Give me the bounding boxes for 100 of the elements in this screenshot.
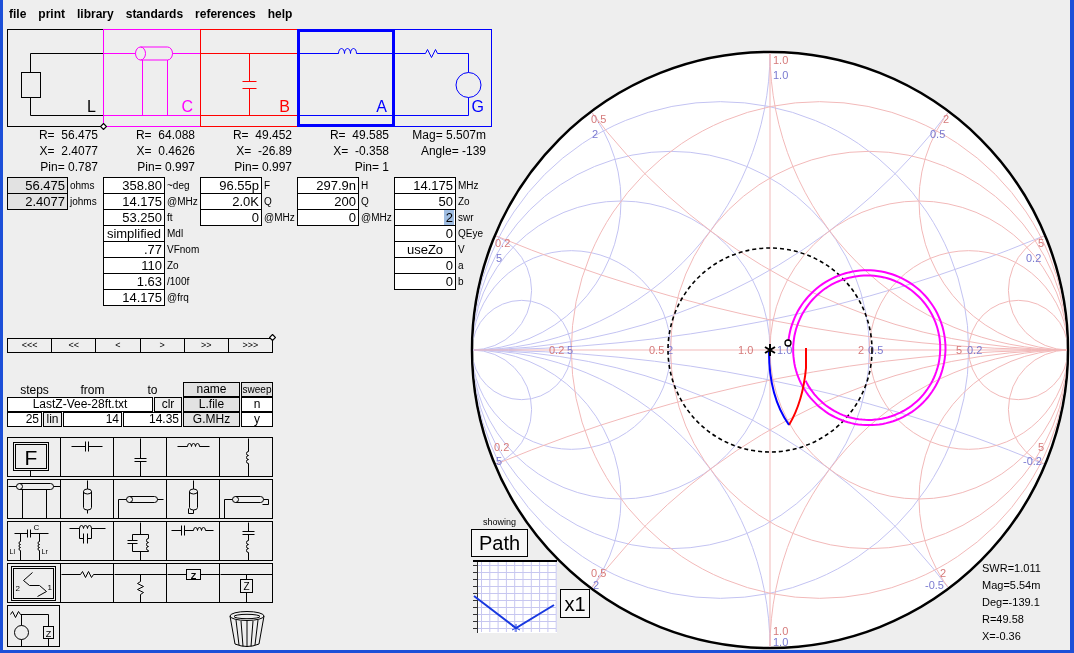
unit-label: johms — [70, 195, 97, 208]
file-name-field[interactable]: LastZ-Vee-28ft.txt — [7, 397, 153, 412]
clear-button[interactable]: clr — [154, 397, 182, 412]
readout-text: Pin= 1 — [354, 159, 389, 175]
unit-label: ft — [167, 211, 173, 224]
unit-label: QEye — [458, 227, 483, 240]
unit-label: b — [458, 275, 464, 288]
asterisk-marker-icon — [764, 343, 776, 357]
steps-field[interactable]: 25 — [7, 412, 42, 427]
step-button[interactable]: >>> — [227, 338, 274, 353]
ring-marker-icon — [784, 339, 792, 347]
readout-text: Angle= -139 — [420, 143, 486, 159]
grid-value-label: 1.0 — [777, 344, 793, 356]
grid-value-label: 2 — [592, 128, 599, 140]
result-readout: R=49.58 — [982, 612, 1024, 627]
column-header: steps — [20, 382, 49, 397]
readout-text: X= 2.4077 — [39, 143, 98, 159]
grid-value-label: 1.0 — [773, 54, 789, 66]
menu-item[interactable]: print — [38, 7, 65, 21]
menu-item[interactable]: references — [195, 7, 256, 21]
circuit-stage[interactable]: G — [394, 29, 492, 127]
grid-value-label: 5 — [567, 344, 574, 356]
grid-value-label: -0.2 — [1023, 455, 1042, 467]
asterisk-marker-icon — [511, 623, 521, 633]
unit-label: Zo — [458, 195, 470, 208]
unit-label: Mdl — [167, 227, 184, 240]
grid-value-label: 1.0 — [773, 69, 789, 81]
view-mode-button[interactable]: Path — [471, 529, 528, 557]
from-field[interactable]: 14 — [63, 412, 122, 427]
value-field[interactable]: 0 — [200, 209, 262, 226]
unit-label: MHz — [458, 179, 479, 192]
step-button[interactable]: >> — [183, 338, 229, 353]
component-button[interactable] — [61, 564, 114, 602]
grid-value-label: 0.5 — [930, 128, 946, 140]
step-button[interactable]: < — [95, 338, 141, 353]
readout-text: X= 0.4626 — [136, 143, 195, 159]
circuit-stage[interactable]: L — [7, 29, 104, 127]
grid-value-label: 5 — [1038, 441, 1045, 453]
value-field[interactable]: 14.175 — [103, 289, 165, 306]
grid-value-label: 0.2 — [494, 441, 510, 453]
step-button[interactable]: > — [139, 338, 185, 353]
readout-text: R= 49.452 — [232, 127, 292, 143]
grid-value-label: 0.2 — [1026, 252, 1042, 264]
readout-text: Mag= 5.507m — [412, 127, 486, 143]
component-button[interactable] — [8, 480, 61, 518]
sweep-toggle[interactable]: n — [241, 397, 273, 412]
zoom-button[interactable]: x1 — [560, 589, 590, 618]
readout-text: Pin= 0.787 — [40, 159, 98, 175]
component-button[interactable]: Z — [167, 564, 220, 602]
grid-value-label: 2 — [858, 344, 865, 356]
value-field[interactable]: 0 — [394, 273, 456, 290]
series-resistor-icon — [61, 570, 113, 579]
grid-value-label: 1.0 — [773, 625, 789, 637]
grid-value-label: 0.2 — [549, 344, 565, 356]
stage-label: A — [376, 99, 387, 115]
readout-text: R= 64.088 — [135, 127, 195, 143]
parameter-field[interactable]: G.MHz — [183, 412, 240, 427]
step-button[interactable]: <<< — [7, 338, 53, 353]
junction-marker-icon — [100, 123, 107, 130]
unit-label: @frq — [167, 291, 189, 304]
grid-value-label: 2 — [593, 579, 600, 591]
column-header: to — [147, 382, 158, 397]
readout-text: R= 49.585 — [329, 127, 389, 143]
unit-label: @MHz — [264, 211, 295, 224]
scale-button[interactable]: lin — [43, 412, 62, 427]
value-field[interactable]: 2.4077 — [7, 193, 68, 210]
component-button[interactable]: Z — [220, 564, 273, 602]
component-button[interactable] — [114, 564, 167, 602]
stage-label: L — [87, 99, 96, 115]
stage-label: G — [471, 99, 484, 115]
unit-label: swr — [458, 211, 474, 224]
unit-label: V — [458, 243, 465, 256]
grid-value-label: 0.5 — [591, 567, 607, 579]
menu-item[interactable]: standards — [125, 7, 184, 21]
grid-value-label: -0.5 — [925, 579, 944, 591]
circuit-stage[interactable]: A — [297, 29, 395, 127]
grid-value-label: 0.5 — [591, 113, 607, 125]
parameter-field[interactable]: L.file — [183, 397, 240, 412]
unit-label: @MHz — [361, 211, 392, 224]
step-button[interactable]: << — [51, 338, 97, 353]
trash-can-icon[interactable] — [229, 611, 265, 648]
sweep-toggle[interactable]: y — [241, 412, 273, 427]
junction-marker-icon — [269, 334, 276, 341]
grid-value-label: 1.0 — [738, 344, 754, 356]
result-readout: Mag=5.54m — [982, 578, 1041, 593]
grid-value-label: 5 — [1038, 237, 1045, 249]
unit-label: F — [264, 179, 271, 192]
unit-label: Q — [361, 195, 369, 208]
to-field[interactable]: 14.35 — [123, 412, 182, 427]
menu-item[interactable]: help — [267, 7, 293, 21]
grid-value-label: 5 — [496, 455, 503, 467]
grid-value-label: 2 — [667, 344, 674, 356]
unit-label: Zo — [167, 259, 179, 272]
menu-item[interactable]: library — [77, 7, 114, 21]
unit-label: /100f — [167, 275, 190, 288]
menu-item[interactable]: file — [9, 7, 27, 21]
unit-label: Q — [264, 195, 272, 208]
series-capacitor-icon — [70, 440, 104, 453]
value-field[interactable]: 0 — [297, 209, 359, 226]
result-readout: SWR=1.011 — [982, 561, 1041, 576]
